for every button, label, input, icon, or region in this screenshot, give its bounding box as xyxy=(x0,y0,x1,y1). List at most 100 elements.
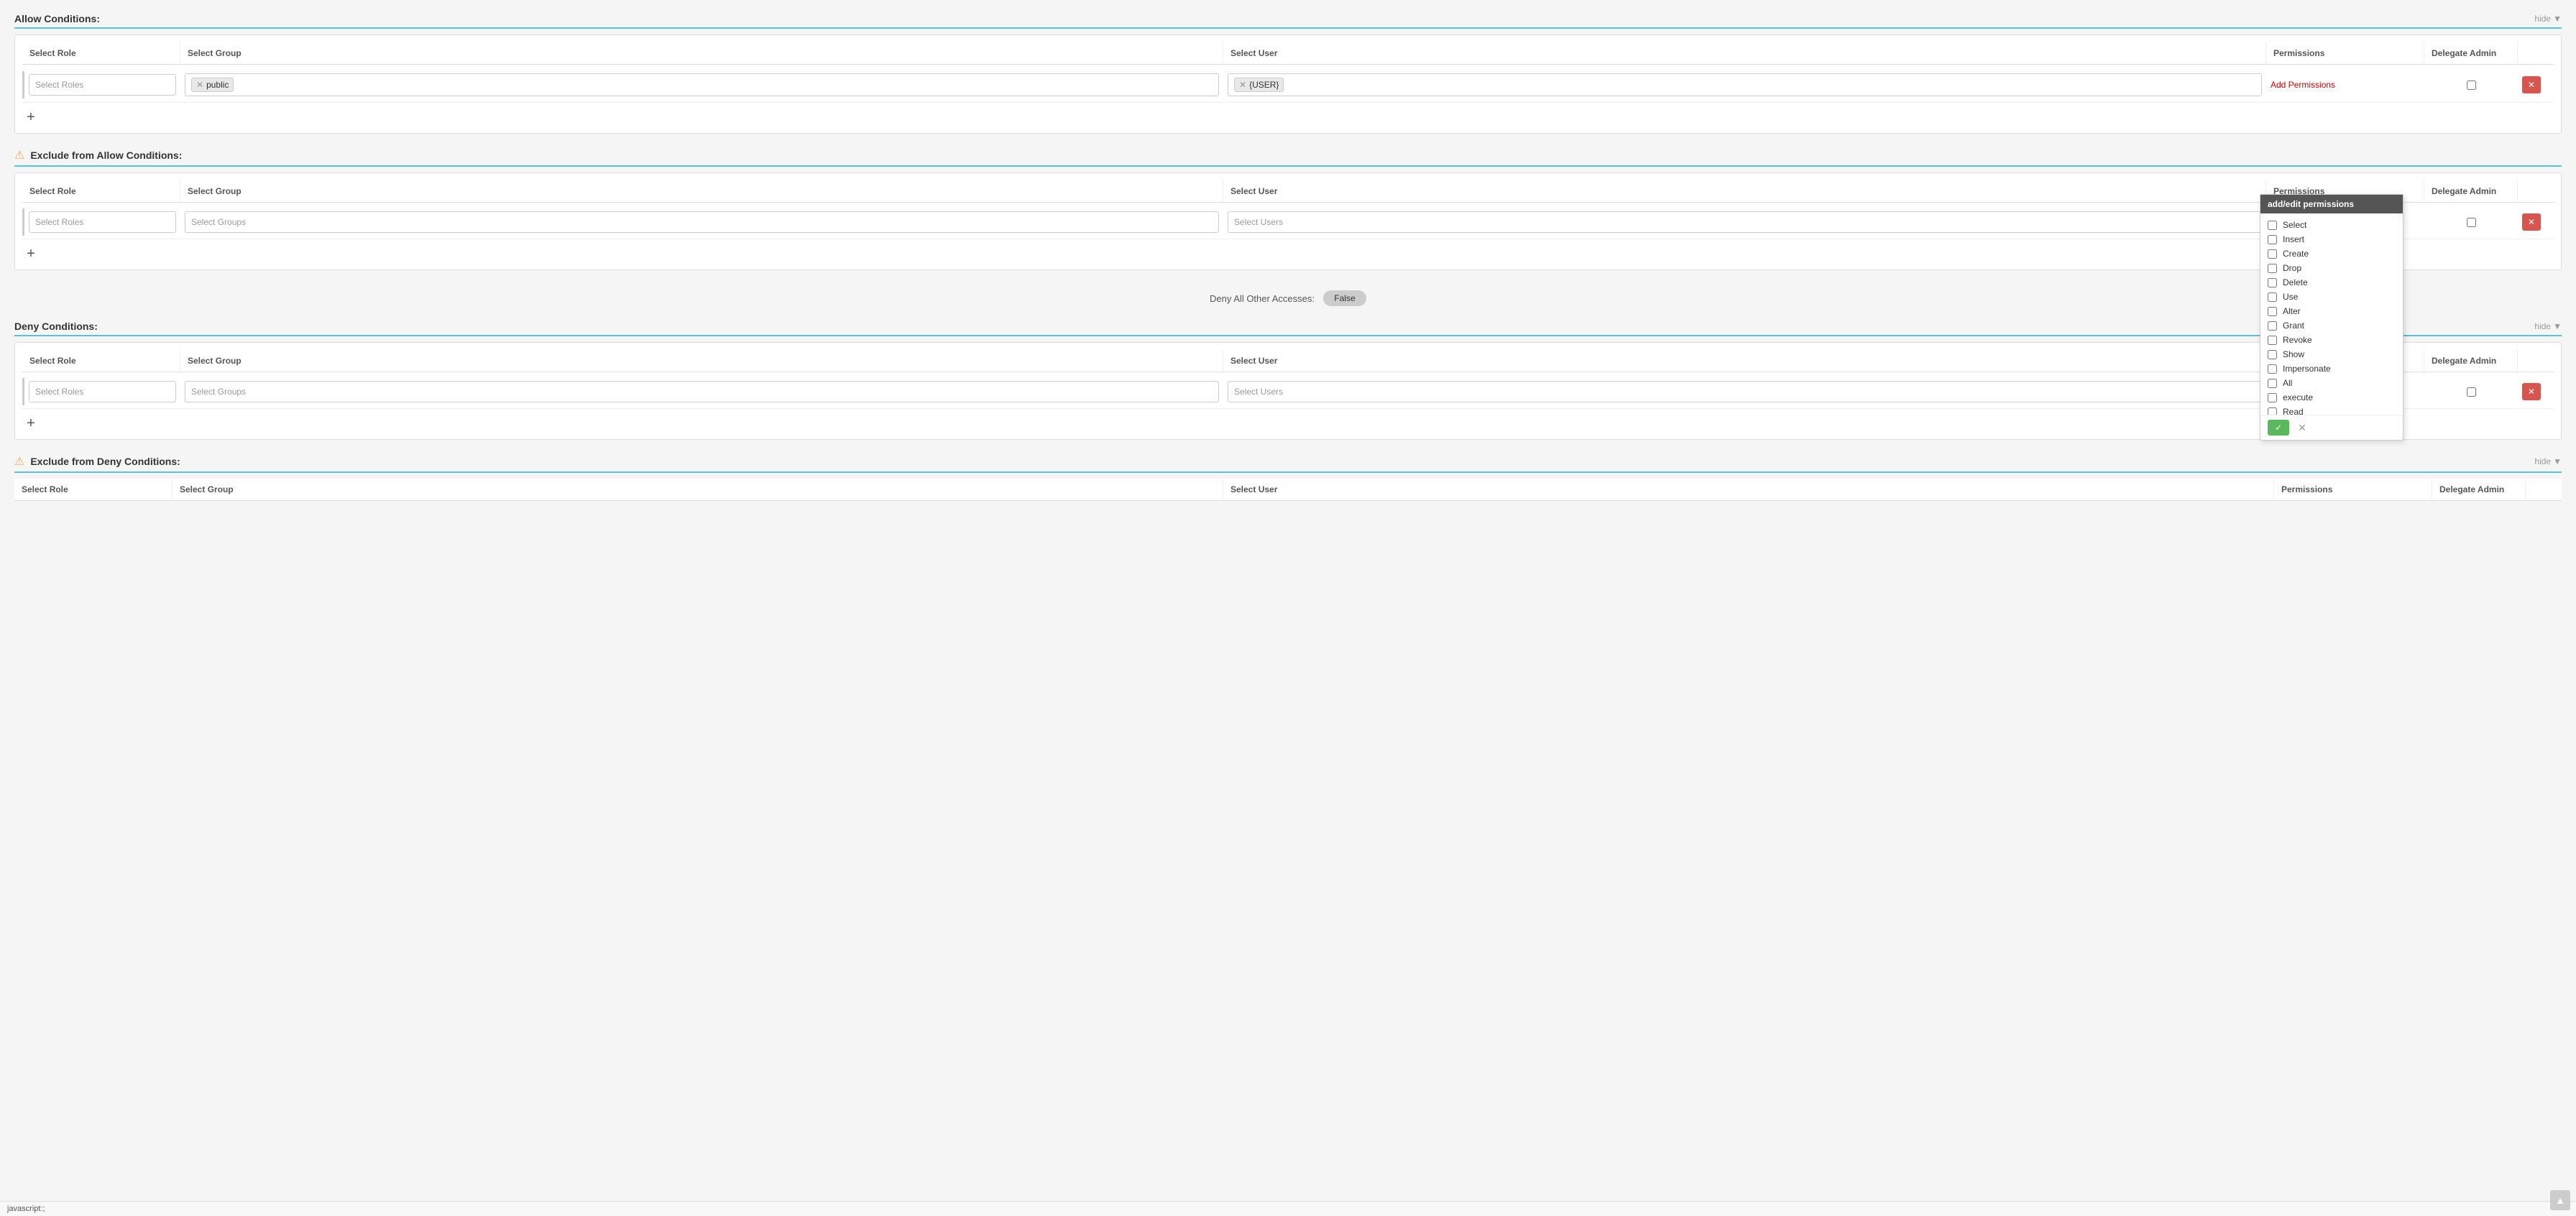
perm-impersonate[interactable]: Impersonate xyxy=(2260,361,2403,376)
perm-alter-checkbox[interactable] xyxy=(2268,307,2277,316)
bottom-header-actions xyxy=(2526,479,2562,500)
perm-select[interactable]: Select xyxy=(2260,218,2403,232)
ex-select-users-input[interactable]: Select Users xyxy=(1228,211,2262,233)
header-user: Select User xyxy=(1223,42,2266,64)
ex-user-cell: Select Users xyxy=(1223,208,2266,236)
ex-delegate-cell xyxy=(2424,215,2518,230)
exclude-allow-header: ⚠ Exclude from Allow Conditions: xyxy=(14,142,2562,167)
perm-read[interactable]: Read xyxy=(2260,405,2403,415)
delete-row-button[interactable]: ✕ xyxy=(2522,76,2541,93)
perm-execute[interactable]: execute xyxy=(2260,390,2403,405)
ex-header-actions xyxy=(2518,180,2554,202)
perm-all[interactable]: All xyxy=(2260,376,2403,390)
warning-icon-2: ⚠ xyxy=(14,454,24,469)
perm-alter[interactable]: Alter xyxy=(2260,304,2403,318)
ex-select-roles-input[interactable]: Select Roles xyxy=(29,211,176,233)
perm-create[interactable]: Create xyxy=(2260,247,2403,261)
popup-ok-button[interactable]: ✓ xyxy=(2268,420,2289,436)
perm-revoke-checkbox[interactable] xyxy=(2268,336,2277,345)
exclude-deny-hide[interactable]: hide ▼ xyxy=(2534,456,2562,466)
perm-insert[interactable]: Insert xyxy=(2260,232,2403,247)
ex-header-user: Select User xyxy=(1223,180,2266,202)
group-tag-value: public xyxy=(206,80,229,90)
delegate-checkbox[interactable] xyxy=(2467,80,2476,90)
perm-impersonate-label: Impersonate xyxy=(2283,364,2331,374)
perm-show-checkbox[interactable] xyxy=(2268,350,2277,359)
header-permissions: Permissions xyxy=(2266,42,2424,64)
scroll-top-button[interactable]: ▲ xyxy=(2550,1190,2570,1210)
perm-show-label: Show xyxy=(2283,349,2304,359)
popup-list: Select Insert Create Drop Delete Use xyxy=(2260,213,2403,415)
warning-icon: ⚠ xyxy=(14,148,24,162)
perm-all-checkbox[interactable] xyxy=(2268,379,2277,388)
deny-row-1: Select Roles Select Groups Select Users … xyxy=(22,375,2554,409)
bottom-table-header: Select Role Select Group Select User Per… xyxy=(14,479,2562,501)
perm-insert-checkbox[interactable] xyxy=(2268,235,2277,244)
perm-impersonate-checkbox[interactable] xyxy=(2268,364,2277,374)
perm-all-label: All xyxy=(2283,378,2292,388)
perm-drop-checkbox[interactable] xyxy=(2268,264,2277,273)
ex-delegate-checkbox[interactable] xyxy=(2467,218,2476,227)
deny-user-cell: Select Users xyxy=(1223,378,2266,405)
add-deny-row-button[interactable]: + xyxy=(22,415,40,432)
perm-drop-label: Drop xyxy=(2283,263,2301,273)
perm-grant[interactable]: Grant xyxy=(2260,318,2403,333)
select-groups-input[interactable]: ✕ public xyxy=(185,73,1219,96)
permissions-popup: add/edit permissions Select Insert Creat… xyxy=(2260,194,2404,441)
group-cell: ✕ public xyxy=(180,70,1223,99)
allow-table-header: Select Role Select Group Select User Per… xyxy=(22,42,2554,65)
deny-conditions-hide[interactable]: hide ▼ xyxy=(2534,321,2562,331)
section-gap-1: ⚠ Exclude from Allow Conditions: Select … xyxy=(14,142,2562,270)
bottom-header-group: Select Group xyxy=(172,479,1223,500)
tag-remove-icon[interactable]: ✕ xyxy=(1239,80,1246,90)
add-exclude-allow-row-button[interactable]: + xyxy=(22,245,40,262)
deny-delete-row-button[interactable]: ✕ xyxy=(2522,383,2541,400)
bottom-header-delegate: Delegate Admin xyxy=(2432,479,2526,500)
bottom-header-user: Select User xyxy=(1223,479,2274,500)
deny-select-roles-input[interactable]: Select Roles xyxy=(29,381,176,402)
perm-delete-checkbox[interactable] xyxy=(2268,278,2277,287)
add-allow-row-button[interactable]: + xyxy=(22,109,40,126)
deny-group-cell: Select Groups xyxy=(180,378,1223,405)
ex-header-role: Select Role xyxy=(22,180,180,202)
group-tag: ✕ public xyxy=(191,78,234,92)
perm-create-checkbox[interactable] xyxy=(2268,249,2277,259)
deny-select-users-input[interactable]: Select Users xyxy=(1228,381,2262,402)
perm-use-checkbox[interactable] xyxy=(2268,293,2277,302)
deny-delegate-cell xyxy=(2424,384,2518,400)
page-wrapper: Allow Conditions: hide ▼ Select Role Sel… xyxy=(0,0,2576,1216)
perm-revoke[interactable]: Revoke xyxy=(2260,333,2403,347)
ex-select-groups-input[interactable]: Select Groups xyxy=(185,211,1219,233)
perm-drop[interactable]: Drop xyxy=(2260,261,2403,275)
user-tag: ✕ {USER} xyxy=(1234,78,1284,92)
deny-all-label: Deny All Other Accesses: xyxy=(1210,293,1315,304)
perm-use[interactable]: Use xyxy=(2260,290,2403,304)
deny-delegate-checkbox[interactable] xyxy=(2467,387,2476,397)
perm-delete-label: Delete xyxy=(2283,277,2308,287)
permissions-cell: Add Permissions xyxy=(2266,77,2424,93)
header-delegate: Delegate Admin xyxy=(2424,42,2518,64)
perm-grant-label: Grant xyxy=(2283,321,2304,331)
deny-all-row: Deny All Other Accesses: False xyxy=(14,282,2562,315)
perm-select-checkbox[interactable] xyxy=(2268,221,2277,230)
deny-header-actions xyxy=(2518,350,2554,372)
select-roles-input[interactable]: Select Roles xyxy=(29,74,176,96)
add-permissions-link[interactable]: Add Permissions xyxy=(2271,80,2335,90)
deny-all-toggle[interactable]: False xyxy=(1323,290,1366,306)
select-users-input[interactable]: ✕ {USER} xyxy=(1228,73,2262,96)
chevron-icon: ▼ xyxy=(2553,14,2562,24)
popup-footer: ✓ ✕ xyxy=(2260,415,2403,440)
deny-conditions-block: Select Role Select Group Select User Per… xyxy=(14,342,2562,440)
ex-delete-row-button[interactable]: ✕ xyxy=(2522,213,2541,231)
perm-grant-checkbox[interactable] xyxy=(2268,321,2277,331)
perm-delete[interactable]: Delete xyxy=(2260,275,2403,290)
deny-role-cell: Select Roles xyxy=(22,378,180,405)
perm-read-checkbox[interactable] xyxy=(2268,407,2277,415)
tag-remove-icon[interactable]: ✕ xyxy=(196,80,203,90)
allow-conditions-block: Select Role Select Group Select User Per… xyxy=(14,34,2562,134)
allow-conditions-hide[interactable]: hide ▼ xyxy=(2534,14,2562,24)
deny-select-groups-input[interactable]: Select Groups xyxy=(185,381,1219,402)
perm-execute-checkbox[interactable] xyxy=(2268,393,2277,402)
popup-cancel-button[interactable]: ✕ xyxy=(2294,420,2311,436)
perm-show[interactable]: Show xyxy=(2260,347,2403,361)
